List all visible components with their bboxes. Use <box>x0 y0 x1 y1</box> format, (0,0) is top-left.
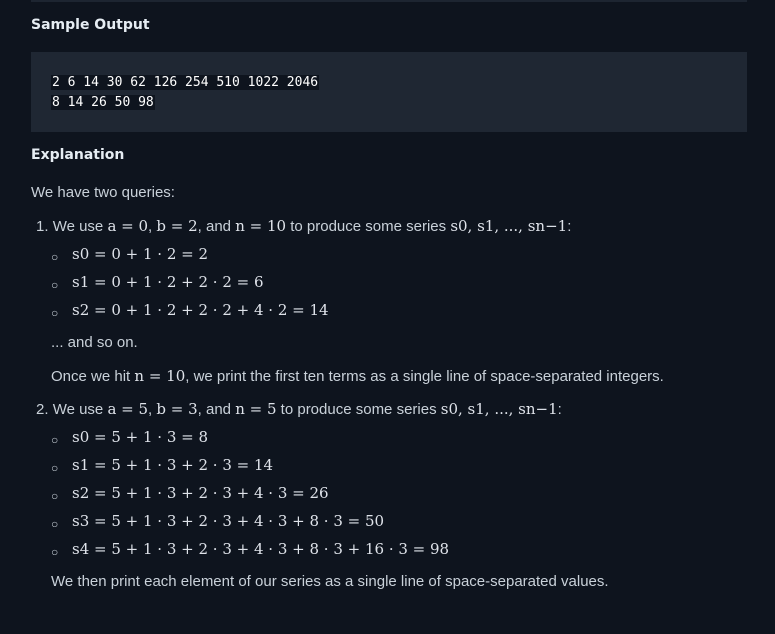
query2-term-2: s2 = 5 + 1 · 3 + 2 · 3 + 4 · 3 = 26 <box>72 484 329 502</box>
bullet-icon: ○ <box>51 517 59 531</box>
bullet-icon: ○ <box>51 250 59 264</box>
bullet-icon: ○ <box>51 461 59 475</box>
query2-closing-text: We then print each element of our series… <box>51 573 609 590</box>
intro-text: We have two queries: <box>31 184 175 201</box>
bullet-icon: ○ <box>51 278 59 292</box>
query1-once-text: Once we hit n = 10, we print the first t… <box>51 367 664 385</box>
query1-b: b = 2 <box>156 217 198 235</box>
query2-term-4: s4 = 5 + 1 · 3 + 2 · 3 + 4 · 3 + 8 · 3 +… <box>72 540 450 558</box>
query1-term-1: s1 = 0 + 1 · 2 + 2 · 2 = 6 <box>72 273 264 291</box>
output-line-2: 8 14 26 50 98 <box>51 95 155 110</box>
query2-a: a = 5 <box>107 400 149 418</box>
query1-term-0: s0 = 0 + 1 · 2 = 2 <box>72 245 209 263</box>
explanation-heading: Explanation <box>31 147 125 163</box>
top-divider <box>31 0 747 2</box>
query1-n: n = 10 <box>235 217 287 235</box>
query2-term-0: s0 = 5 + 1 · 3 = 8 <box>72 428 209 446</box>
query2-n: n = 5 <box>235 400 277 418</box>
output-line-1: 2 6 14 30 62 126 254 510 1022 2046 <box>51 75 320 90</box>
query1-text: 1. We use a = 0, b = 2, and n = 10 to pr… <box>36 217 572 235</box>
query2-b: b = 3 <box>156 400 198 418</box>
query2-term-1: s1 = 5 + 1 · 3 + 2 · 3 = 14 <box>72 456 274 474</box>
query1-a: a = 0 <box>107 217 149 235</box>
sample-output-code-block: 2 6 14 30 62 126 254 510 1022 2046 8 14 … <box>31 52 747 132</box>
query1-series: s0, s1, ..., sn−1 <box>450 217 568 235</box>
and-so-on-text: ... and so on. <box>51 334 138 351</box>
sample-output-heading: Sample Output <box>31 17 150 33</box>
bullet-icon: ○ <box>51 545 59 559</box>
query2-text: 2. We use a = 5, b = 3, and n = 5 to pro… <box>36 400 562 418</box>
query1-term-2: s2 = 0 + 1 · 2 + 2 · 2 + 4 · 2 = 14 <box>72 301 329 319</box>
bullet-icon: ○ <box>51 306 59 320</box>
query2-series: s0, s1, ..., sn−1 <box>440 400 558 418</box>
query2-term-3: s3 = 5 + 1 · 3 + 2 · 3 + 4 · 3 + 8 · 3 =… <box>72 512 385 530</box>
bullet-icon: ○ <box>51 433 59 447</box>
bullet-icon: ○ <box>51 489 59 503</box>
